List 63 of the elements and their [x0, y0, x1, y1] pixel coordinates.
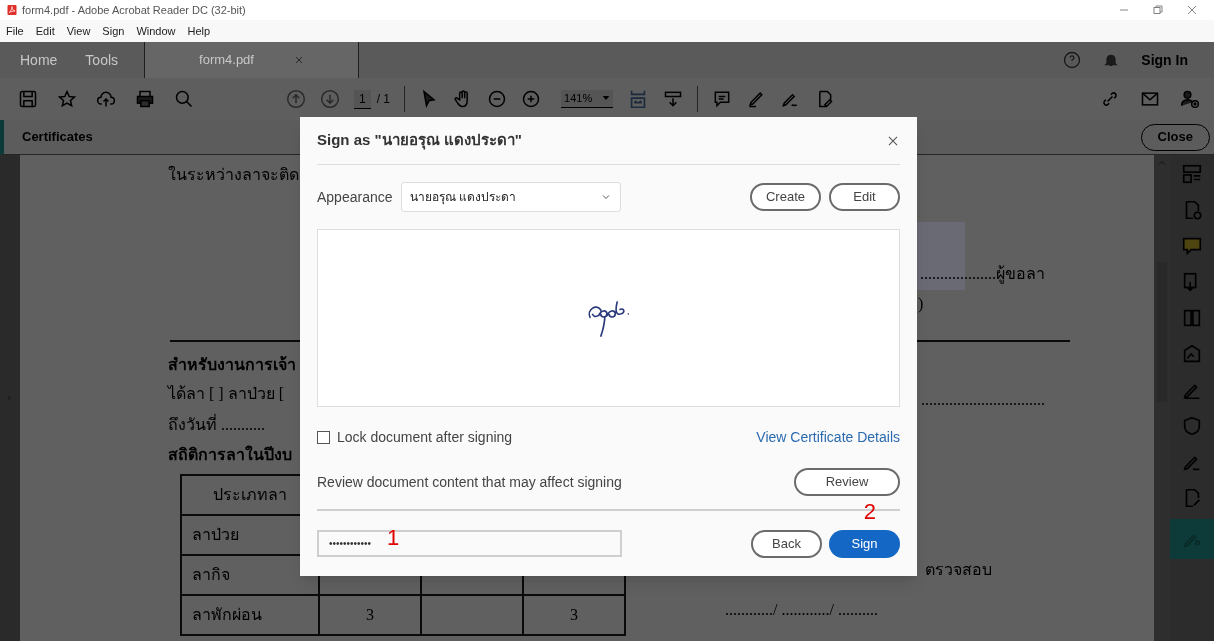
- document-text: ...................ผู้ขอลา: [920, 264, 1045, 286]
- menu-item[interactable]: Window: [136, 22, 176, 40]
- tab[interactable]: Tools: [85, 49, 119, 71]
- menu-item[interactable]: Edit: [35, 22, 55, 40]
- panel-title: Certificates: [22, 128, 93, 147]
- link-icon[interactable]: [1100, 89, 1120, 109]
- pdf-file-icon: [6, 4, 18, 16]
- menu-item[interactable]: Help: [187, 22, 211, 40]
- shield-icon[interactable]: [1181, 415, 1203, 437]
- arrow-down-circle-icon[interactable]: [320, 89, 340, 109]
- table-cell: 3: [320, 596, 422, 636]
- document-text: สำหรับงานการเจ้า: [168, 355, 296, 375]
- annotation-number: 2: [863, 501, 876, 523]
- document-text: ...............................: [921, 390, 1045, 410]
- page-total: / 1: [376, 91, 391, 108]
- menu-item[interactable]: Sign: [102, 22, 125, 40]
- restore-icon[interactable]: [1152, 4, 1164, 16]
- save-icon[interactable]: [18, 89, 38, 109]
- zoom-search-icon[interactable]: [174, 89, 194, 109]
- edit-button[interactable]: Edit: [829, 183, 900, 211]
- back-button[interactable]: Back: [751, 529, 822, 558]
- tab[interactable]: form4.pdf: [145, 42, 359, 78]
- view-certificate-link[interactable]: View Certificate Details: [756, 426, 900, 448]
- zoom-out-icon[interactable]: [487, 89, 508, 109]
- caret-icon: [602, 94, 611, 102]
- lock-checkbox[interactable]: Lock document after signing: [317, 426, 513, 448]
- review-button[interactable]: Review: [794, 468, 900, 496]
- speech-bubble-icon[interactable]: [1181, 235, 1203, 257]
- checkbox[interactable]: [317, 430, 330, 444]
- appearance-dropdown[interactable]: นายอรุณ แดงประดา: [400, 182, 621, 212]
- document-text: ตรวจสอบ: [925, 560, 992, 580]
- close-icon[interactable]: [1186, 4, 1198, 16]
- document-text: ............/ ............/ ..........: [725, 600, 878, 620]
- document-text: ถึงวันที่ ...........: [168, 413, 265, 435]
- review-text: Review document content that may affect signing: [317, 472, 622, 492]
- add-user-icon[interactable]: [1180, 89, 1200, 109]
- close-icon[interactable]: [293, 55, 304, 65]
- create-button[interactable]: Create: [750, 183, 821, 211]
- document-text: ): [918, 294, 924, 315]
- tab[interactable]: Home: [20, 49, 58, 71]
- compare-icon[interactable]: [1181, 307, 1203, 329]
- annotation-number: 1: [387, 527, 400, 549]
- appearance-label: Appearance: [317, 187, 393, 207]
- mail-icon[interactable]: [1140, 89, 1160, 109]
- document-text: สถิติการลาในปีงบ: [168, 444, 292, 465]
- menu-item[interactable]: View: [66, 22, 91, 40]
- document-text: ในระหว่างลาจะติด: [168, 164, 299, 185]
- window-title: form4.pdf - Adobe Acrobat Reader DC (32-bit): [22, 2, 246, 18]
- zoom-in-icon[interactable]: [521, 89, 542, 109]
- cloud-upload-icon[interactable]: [96, 89, 116, 109]
- arrow-up-circle-icon[interactable]: [286, 89, 306, 109]
- document-text: ได้ลา [ ] ลาป่วย [: [168, 384, 284, 404]
- sign-button[interactable]: Sign: [829, 529, 900, 558]
- print-icon[interactable]: [135, 89, 155, 109]
- layout-icon[interactable]: [1181, 163, 1203, 185]
- table-cell: ลาพักผ่อน: [182, 596, 320, 636]
- help-icon[interactable]: [1063, 51, 1082, 69]
- dialog-title: Sign as "นายอรุณ แดงประดา": [317, 130, 522, 152]
- scroll-mode-icon[interactable]: [663, 89, 684, 109]
- star-icon[interactable]: [57, 89, 77, 109]
- table-cell: 3: [524, 596, 626, 636]
- menu-item[interactable]: File: [6, 22, 24, 40]
- image-file-icon[interactable]: [1181, 343, 1203, 365]
